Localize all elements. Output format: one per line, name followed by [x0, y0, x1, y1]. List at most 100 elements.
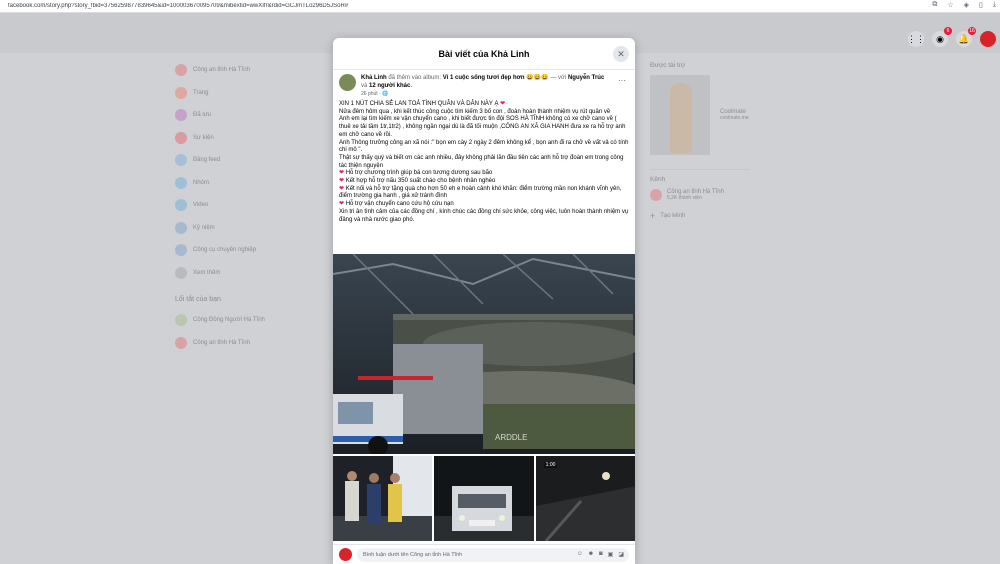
sidebar-item-profile[interactable]: Công an tỉnh Hà Tĩnh — [175, 59, 315, 82]
extension-icon[interactable]: ◈ — [964, 1, 969, 9]
sidebar-item-label: Trang — [193, 89, 209, 96]
browser-url-bar[interactable]: facebook.com/story.php?story_fbid=375625… — [0, 0, 1000, 13]
bookmark-icon — [175, 109, 187, 122]
download-icon[interactable]: ⤓ — [993, 1, 996, 9]
bookmark-star-icon[interactable]: ☆ — [947, 1, 953, 9]
post-bullet: ❤ Kết hợp hỗ trợ nấu 350 suất cháo cho b… — [339, 178, 496, 185]
post-line: Anh Thông trưởng công an xã nói :" bọn e… — [339, 139, 629, 154]
tagged-person[interactable]: Nguyễn Trúc — [568, 75, 604, 81]
post-bullet: ❤ Hỗ trợ chương trình giúp bà con tương … — [339, 170, 493, 177]
ad-url: coolmate.me — [720, 115, 749, 121]
sidebar-item-feeds[interactable]: Bảng feed — [175, 149, 315, 172]
page-item[interactable]: Công an tỉnh Hà Tĩnh 5,2K thành viên — [650, 189, 770, 201]
photo-thumb-van[interactable] — [434, 456, 534, 541]
left-sidebar: Công an tỉnh Hà Tĩnh Trang Đã lưu Sự kiệ… — [175, 59, 315, 354]
post-photo-thumbnails: 1:00 — [333, 456, 635, 541]
gif-icon[interactable]: ▣ — [608, 551, 614, 558]
comment-tools: ☺ ☻ ◙ ▣ ◪ — [577, 551, 629, 558]
ad-text: Coolmate coolmate.me — [720, 109, 749, 155]
sidebar-item-events[interactable]: Sự kiện — [175, 127, 315, 150]
heart-icon: ❤ — [339, 201, 345, 208]
shortcut-item[interactable]: Công an tỉnh Hà Tĩnh — [175, 332, 315, 355]
divider — [650, 169, 750, 170]
sidebar-item-label: Kỷ niệm — [193, 224, 215, 231]
video-icon — [175, 199, 187, 212]
post-text: XIN 1 NÚT CHIA SẺ LAN TOẢ TÌNH QUÂN VÀ D… — [333, 97, 635, 245]
shortcut-item[interactable]: Cộng Đồng Người Hà Tĩnh — [175, 309, 315, 332]
post-photo-main[interactable]: ARDDLE — [333, 254, 635, 454]
sidebar-item-label: Video — [193, 202, 209, 209]
clock-icon — [175, 221, 187, 234]
photo-thumb-night-video[interactable]: 1:00 — [535, 456, 635, 541]
sticker-icon[interactable]: ◪ — [618, 551, 624, 558]
screen-cast-icon[interactable]: ⧉ — [932, 1, 937, 9]
post-time[interactable]: 26 phút · 🌐 — [361, 91, 604, 97]
plus-icon: + — [650, 211, 656, 221]
messenger-button[interactable]: ◉ 6 — [932, 27, 952, 47]
notification-badge: 16 — [968, 27, 976, 35]
sidebar-item-video[interactable]: Video — [175, 194, 315, 217]
create-label: Tạo kênh — [660, 213, 686, 219]
avatar-sticker-icon[interactable]: ☺ — [577, 551, 583, 558]
photo-people — [333, 456, 433, 541]
photo-plate-text: ARDDLE — [495, 433, 527, 442]
sidebar-item-label: Công an tỉnh Hà Tĩnh — [193, 67, 250, 74]
sidebar-item-label: Đã lưu — [193, 112, 212, 119]
shortcut-label: Công an tỉnh Hà Tĩnh — [193, 339, 250, 346]
ad-item[interactable]: Coolmate coolmate.me — [650, 69, 770, 155]
url-text[interactable]: facebook.com/story.php?story_fbid=375625… — [0, 3, 880, 9]
avatar — [175, 336, 187, 349]
comment-input[interactable]: Bình luận dưới tên Công an tỉnh Hà Tĩnh … — [357, 547, 629, 562]
sidebar-item-groups[interactable]: Nhóm — [175, 172, 315, 195]
create-channel-button[interactable]: + Tạo kênh — [650, 211, 770, 221]
with-label: — với — [550, 75, 567, 81]
close-icon: ✕ — [617, 48, 625, 59]
sidebar-item-label: Sự kiện — [193, 134, 214, 141]
more-options-button[interactable]: ⋯ — [618, 76, 627, 85]
avatar — [175, 64, 187, 77]
sidebar-icon[interactable]: ▯ — [979, 1, 983, 9]
menu-grid-button[interactable]: ⋮⋮ — [907, 31, 925, 47]
groups-icon — [175, 176, 187, 189]
chevron-down-icon — [175, 266, 187, 279]
page-meta: 5,2K thành viên — [667, 195, 702, 201]
close-button[interactable]: ✕ — [613, 46, 629, 62]
author-name[interactable]: Khả Linh — [361, 75, 387, 81]
ad-image — [650, 75, 710, 155]
sidebar-item-label: Xem thêm — [193, 269, 221, 276]
right-sidebar: Được tài trợ Coolmate coolmate.me Kênh C… — [650, 62, 770, 221]
album-link[interactable]: Vì 1 cuộc sống tươi đẹp hơn 😀😀😀 — [443, 75, 549, 81]
comment-placeholder: Bình luận dưới tên Công an tỉnh Hà Tĩnh — [363, 551, 463, 558]
avatar — [175, 314, 187, 327]
heart-icon: ❤ — [500, 101, 506, 107]
calendar-icon — [175, 131, 187, 144]
post-bullet: ❤ Kết nối và hỗ trợ tặng quà cho hơn 50 … — [339, 185, 622, 200]
sidebar-item-label: Nhóm — [193, 179, 210, 186]
post-line: Xin tri ân tình cảm của các đồng chí , k… — [339, 208, 629, 223]
sidebar-item-pro-tools[interactable]: Công cụ chuyên nghiệp — [175, 239, 315, 262]
avatar — [650, 189, 662, 201]
author-avatar[interactable] — [339, 74, 356, 91]
modal-title: Bài viết của Khả Linh — [438, 48, 530, 59]
others-link[interactable]: 12 người khác — [369, 83, 410, 89]
video-timestamp: 1:00 — [543, 462, 558, 468]
profile-button[interactable] — [980, 31, 996, 47]
bell-icon: 🔔 — [958, 33, 970, 44]
camera-icon[interactable]: ◙ — [599, 551, 603, 558]
notifications-button[interactable]: 🔔 16 — [956, 27, 976, 47]
sidebar-item-pages[interactable]: Trang — [175, 82, 315, 105]
grid-icon: ⋮⋮ — [907, 33, 925, 44]
commenter-avatar[interactable] — [339, 548, 352, 561]
shortcut-label: Cộng Đồng Người Hà Tĩnh — [193, 317, 265, 324]
sidebar-item-memories[interactable]: Kỷ niệm — [175, 217, 315, 240]
sidebar-item-saved[interactable]: Đã lưu — [175, 104, 315, 127]
emoji-icon[interactable]: ☻ — [588, 551, 594, 558]
post-line: XIN 1 NÚT CHIA SẺ LAN TOẢ TÌNH QUÂN VÀ D… — [339, 101, 506, 107]
sidebar-item-label: Công cụ chuyên nghiệp — [193, 247, 257, 254]
photo-truck-cano: ARDDLE — [333, 254, 635, 454]
sidebar-item-label: Bảng feed — [193, 157, 221, 164]
comment-bar: Bình luận dưới tên Công an tỉnh Hà Tĩnh … — [333, 544, 635, 564]
sidebar-item-see-more[interactable]: Xem thêm — [175, 262, 315, 285]
photo-thumb-people[interactable] — [333, 456, 433, 541]
browser-toolbar-icons: ⧉ ☆ ◈ ▯ ⤓ — [932, 1, 996, 9]
